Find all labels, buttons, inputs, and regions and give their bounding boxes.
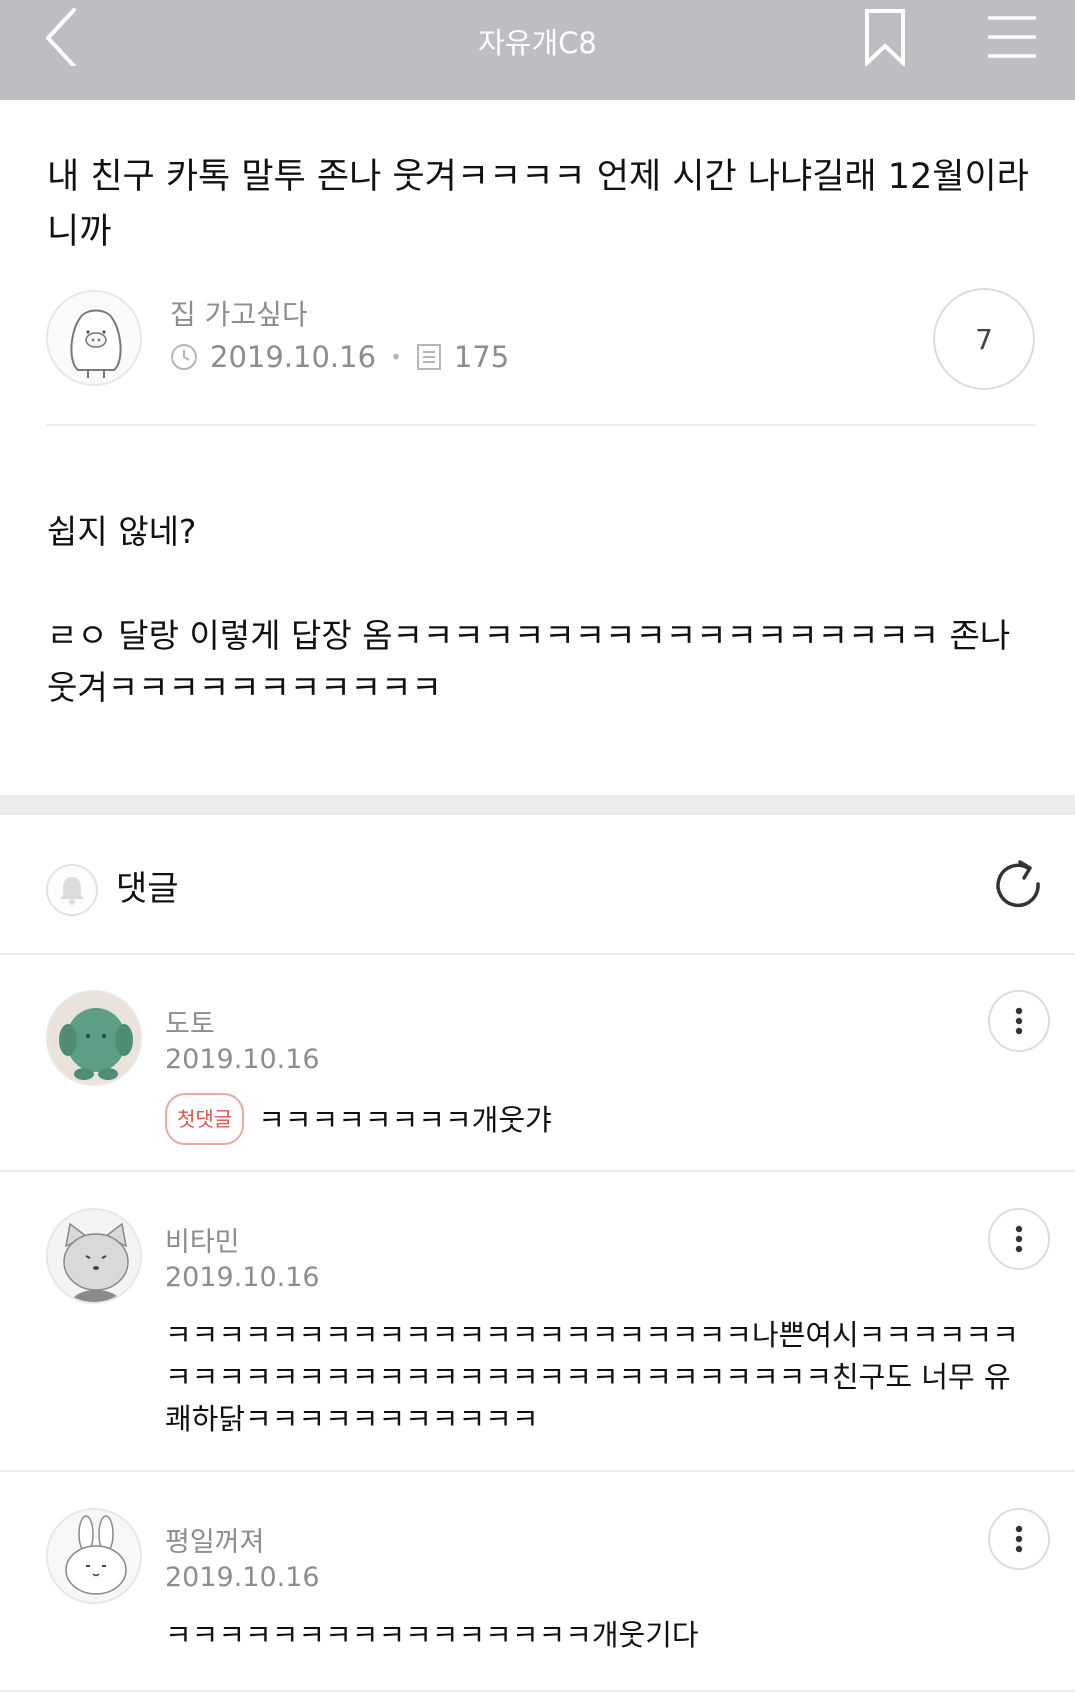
views-icon xyxy=(416,344,441,370)
comment-count-button[interactable]: 7 xyxy=(933,288,1035,390)
comment-body: ㅋㅋㅋㅋㅋㅋㅋㅋㅋㅋㅋㅋㅋㅋㅋㅋ개웃기다 xyxy=(165,1618,699,1652)
comment-more-button[interactable] xyxy=(988,1208,1050,1270)
rabbit-avatar-icon xyxy=(48,1510,140,1602)
comments-section-label: 댓글 xyxy=(116,869,179,909)
commenter-name[interactable]: 도토 xyxy=(165,1002,215,1041)
comment-body: ㅋㅋㅋㅋㅋㅋㅋㅋ개웃갸 xyxy=(258,1103,552,1137)
post-body-paragraph: 쉽지 않네? xyxy=(47,512,197,551)
divider xyxy=(0,1690,1075,1692)
comment-date: 2019.10.16 xyxy=(165,1562,320,1593)
cat-avatar-icon xyxy=(48,1210,140,1302)
first-comment-badge: 첫댓글 xyxy=(165,1093,245,1145)
kebab-menu-icon xyxy=(1015,1007,1023,1035)
post-date: 2019.10.16 xyxy=(210,340,377,374)
notification-bell-button[interactable] xyxy=(46,864,98,916)
commenter-name[interactable]: 평일꺼져 xyxy=(165,1520,264,1559)
kebab-menu-icon xyxy=(1015,1525,1023,1553)
kebab-menu-icon xyxy=(1015,1225,1023,1253)
commenter-avatar[interactable] xyxy=(46,990,142,1086)
post-views: 175 xyxy=(453,340,510,374)
clock-icon xyxy=(171,344,197,370)
meta-separator: • xyxy=(390,345,402,369)
comment-more-button[interactable] xyxy=(988,990,1050,1052)
board-title: 자유개C8 xyxy=(478,26,597,60)
commenter-avatar[interactable] xyxy=(46,1208,142,1304)
divider xyxy=(46,424,1036,426)
divider xyxy=(0,1170,1075,1172)
bell-icon xyxy=(60,877,84,905)
comment-date: 2019.10.16 xyxy=(165,1262,320,1293)
comment-body: ㅋㅋㅋㅋㅋㅋㅋㅋㅋㅋㅋㅋㅋㅋㅋㅋㅋㅋㅋㅋㅋㅋ나쁜여시ㅋㅋㅋㅋㅋㅋㅋㅋㅋㅋㅋㅋㅋㅋ… xyxy=(165,1318,1019,1436)
author-name[interactable]: 집 가고싶다 xyxy=(170,293,308,333)
hamburger-menu-icon[interactable] xyxy=(986,14,1038,60)
divider xyxy=(0,1470,1075,1472)
penguin-avatar-icon xyxy=(70,309,122,378)
refresh-icon[interactable] xyxy=(990,858,1048,916)
comment-more-button[interactable] xyxy=(988,1508,1050,1570)
bookmark-icon[interactable] xyxy=(862,8,908,66)
post-meta: 2019.10.16 • 175 xyxy=(170,340,509,374)
divider xyxy=(0,953,1075,955)
post-body-paragraph: ㄹㅇ 달랑 이렇게 답장 옴ㅋㅋㅋㅋㅋㅋㅋㅋㅋㅋㅋㅋㅋㅋㅋㅋㅋㅋ 존나 웃겨ㅋㅋ… xyxy=(47,616,1011,707)
author-avatar[interactable] xyxy=(46,290,142,386)
green-plush-avatar-icon xyxy=(48,992,140,1084)
post-title: 내 친구 카톡 말투 존나 웃겨ㅋㅋㅋㅋ 언제 시간 나냐길래 12월이라니까 xyxy=(47,157,1029,252)
section-gap xyxy=(0,795,1075,815)
comment-text: 첫댓글 ㅋㅋㅋㅋㅋㅋㅋㅋ개웃갸 xyxy=(165,1093,1025,1148)
top-bar: 자유개C8 xyxy=(0,0,1075,100)
commenter-avatar[interactable] xyxy=(46,1508,142,1604)
commenter-name[interactable]: 비타민 xyxy=(165,1220,240,1259)
comment-date: 2019.10.16 xyxy=(165,1044,320,1075)
